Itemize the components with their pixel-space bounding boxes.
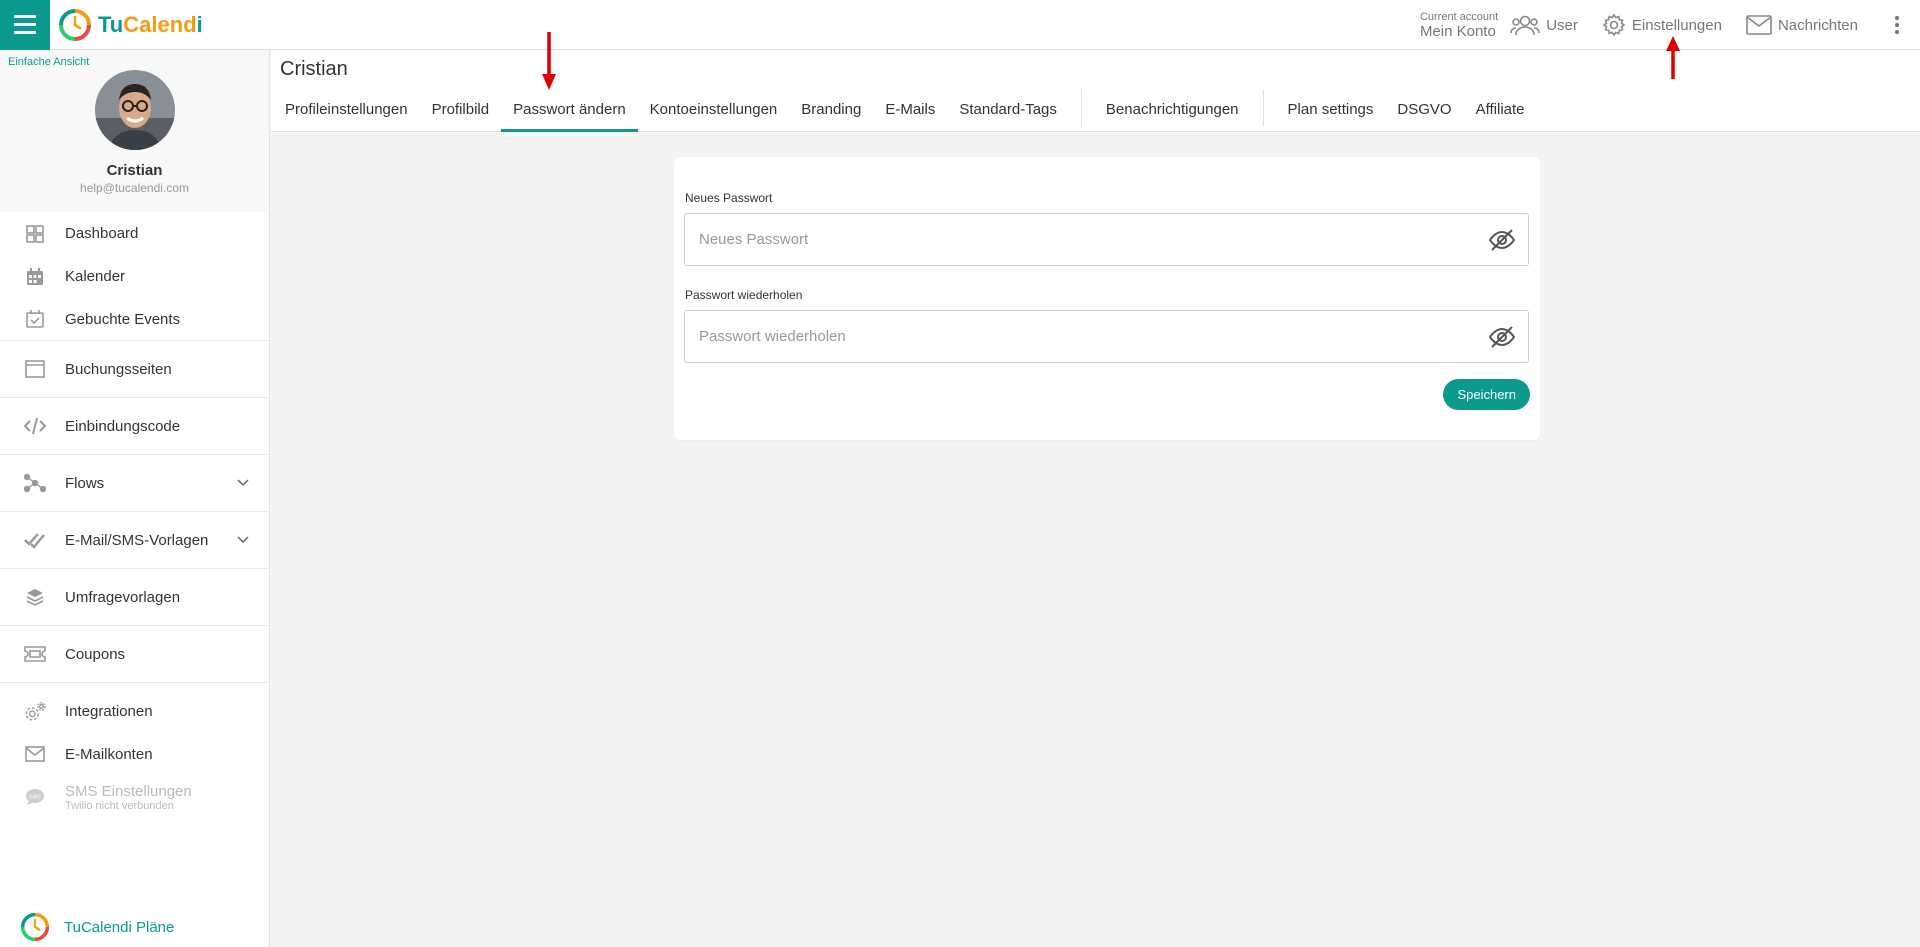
sidebar-item-label: Einbindungscode <box>65 417 181 435</box>
repeat-password-label: Passwort wiederholen <box>685 288 803 302</box>
sms-icon: SMS <box>24 786 46 808</box>
dashboard-icon <box>24 223 46 245</box>
new-password-field <box>684 213 1529 266</box>
sidebar-item-label: Integrationen <box>65 703 153 720</box>
profile-card: Einfache Ansicht Cristian help@tucalendi… <box>0 50 269 212</box>
tab-affiliate[interactable]: Affiliate <box>1464 101 1537 132</box>
sidebar-item-label: Flows <box>65 474 105 492</box>
sidebar-item-gebuchte-events[interactable]: Gebuchte Events <box>0 298 269 341</box>
eye-slash-icon[interactable] <box>1488 325 1516 349</box>
new-password-input[interactable] <box>685 214 1465 265</box>
tab-profilbild[interactable]: Profilbild <box>420 101 502 132</box>
brand-name: TuCalendi <box>98 11 203 37</box>
calendar-icon <box>24 266 46 288</box>
gear-icon <box>1602 13 1626 37</box>
sidebar-item-sublabel: Twilio nicht verbunden <box>65 799 174 812</box>
tab-profileinstellungen[interactable]: Profileinstellungen <box>273 101 420 132</box>
sidebar-item-buchungsseiten[interactable]: Buchungsseiten <box>0 341 269 398</box>
envelope-icon <box>1746 15 1772 35</box>
sidebar-item-umfragevorlagen[interactable]: Umfragevorlagen <box>0 569 269 626</box>
chevron-down-icon <box>237 479 249 487</box>
browser-icon <box>24 358 46 380</box>
settings-tabs: Profileinstellungen Profilbild Passwort … <box>271 84 1920 132</box>
main-content: Cristian Profileinstellungen Profilbild … <box>271 50 1920 947</box>
calendar-check-icon <box>24 308 46 330</box>
gears-icon <box>24 701 46 723</box>
current-account[interactable]: Current account Mein Konto <box>1419 10 1499 40</box>
sidebar-item-label: Coupons <box>65 645 126 663</box>
topnav-user[interactable]: User <box>1510 14 1578 36</box>
repeat-password-input[interactable] <box>685 311 1465 362</box>
double-check-icon <box>24 529 46 551</box>
tab-passwort-aendern[interactable]: Passwort ändern <box>501 101 638 132</box>
tucalendi-logo-icon <box>20 912 50 942</box>
tab-divider <box>1262 90 1264 126</box>
sidebar-item-integrationen[interactable]: Integrationen <box>0 683 269 740</box>
eye-slash-icon[interactable] <box>1488 228 1516 252</box>
brand-logo[interactable]: TuCalendi <box>58 8 203 42</box>
sidebar-item-label: Dashboard <box>65 225 139 242</box>
sidebar-item-label: Kalender <box>65 268 126 285</box>
sidebar: Einfache Ansicht Cristian help@tucalendi… <box>0 50 270 947</box>
users-icon <box>1510 15 1541 36</box>
new-password-label: Neues Passwort <box>685 191 773 205</box>
topnav-messages-label: Nachrichten <box>1777 16 1858 34</box>
tucalendi-logo-icon <box>59 8 91 41</box>
sidebar-item-flows[interactable]: Flows <box>0 455 269 512</box>
simple-view-link[interactable]: Einfache Ansicht <box>0 56 89 70</box>
save-button[interactable]: Speichern <box>1443 379 1530 410</box>
tab-dsgvo[interactable]: DSGVO <box>1385 101 1463 132</box>
ticket-icon <box>24 643 46 665</box>
topnav-user-label: User <box>1546 16 1578 34</box>
layers-icon <box>24 586 46 608</box>
sidebar-item-sms-einstellungen[interactable]: SMS SMS Einstellungen Twilio nicht verbu… <box>0 768 269 826</box>
sidebar-item-label: E-Mail/SMS-Vorlagen <box>65 531 209 549</box>
sidebar-item-label: Umfragevorlagen <box>65 588 181 606</box>
sidebar-item-einbindungscode[interactable]: Einbindungscode <box>0 398 269 455</box>
plans-link[interactable]: TuCalendi Pläne <box>0 907 174 947</box>
tab-plan-settings[interactable]: Plan settings <box>1276 101 1386 132</box>
topnav-settings-label: Einstellungen <box>1631 16 1722 34</box>
plans-label: TuCalendi Pläne <box>64 918 175 936</box>
svg-text:SMS: SMS <box>29 795 41 801</box>
tab-emails[interactable]: E-Mails <box>873 101 947 132</box>
flow-icon <box>24 472 46 494</box>
sidebar-item-label: Gebuchte Events <box>65 310 181 328</box>
topnav-messages[interactable]: Nachrichten <box>1746 15 1858 35</box>
avatar[interactable] <box>94 70 175 150</box>
password-form-card: Neues Passwort Passwort wiederholen Spei… <box>674 157 1540 440</box>
tab-benachrichtigungen[interactable]: Benachrichtigungen <box>1094 101 1251 132</box>
profile-email: help@tucalendi.com <box>80 181 189 195</box>
sidebar-item-kalender[interactable]: Kalender <box>0 255 269 298</box>
sidebar-item-email-sms-vorlagen[interactable]: E-Mail/SMS-Vorlagen <box>0 512 269 569</box>
sidebar-menu: Dashboard Kalender Gebuchte Events Buchu… <box>0 212 269 826</box>
code-icon <box>24 415 46 437</box>
profile-name: Cristian <box>106 162 163 179</box>
topnav-settings[interactable]: Einstellungen <box>1602 13 1722 37</box>
tab-divider <box>1080 90 1082 126</box>
sidebar-item-emailkonten[interactable]: E-Mailkonten <box>0 740 269 768</box>
envelope-icon <box>24 743 46 765</box>
annotation-arrow-down <box>542 32 556 90</box>
kebab-menu-icon <box>1895 16 1899 34</box>
tab-kontoeinstellungen[interactable]: Kontoeinstellungen <box>638 101 790 132</box>
sidebar-item-label: Buchungsseiten <box>65 360 172 378</box>
sidebar-item-label: E-Mailkonten <box>65 745 153 763</box>
sidebar-item-dashboard[interactable]: Dashboard <box>0 212 269 255</box>
top-bar: TuCalendi Current account Mein Konto Use… <box>0 0 1920 50</box>
avatar-photo <box>94 70 175 150</box>
tab-standard-tags[interactable]: Standard-Tags <box>947 101 1069 132</box>
current-account-name: Mein Konto <box>1419 22 1496 40</box>
chevron-down-icon <box>237 536 249 544</box>
current-account-label: Current account <box>1419 10 1499 23</box>
menu-toggle-button[interactable] <box>0 0 50 50</box>
repeat-password-field <box>684 310 1529 363</box>
tab-branding[interactable]: Branding <box>789 101 873 132</box>
sidebar-item-label: SMS Einstellungen <box>65 782 192 800</box>
hamburger-icon <box>14 13 36 37</box>
sidebar-item-coupons[interactable]: Coupons <box>0 626 269 683</box>
annotation-arrow-up <box>1666 36 1680 79</box>
more-options-button[interactable] <box>1882 0 1912 50</box>
